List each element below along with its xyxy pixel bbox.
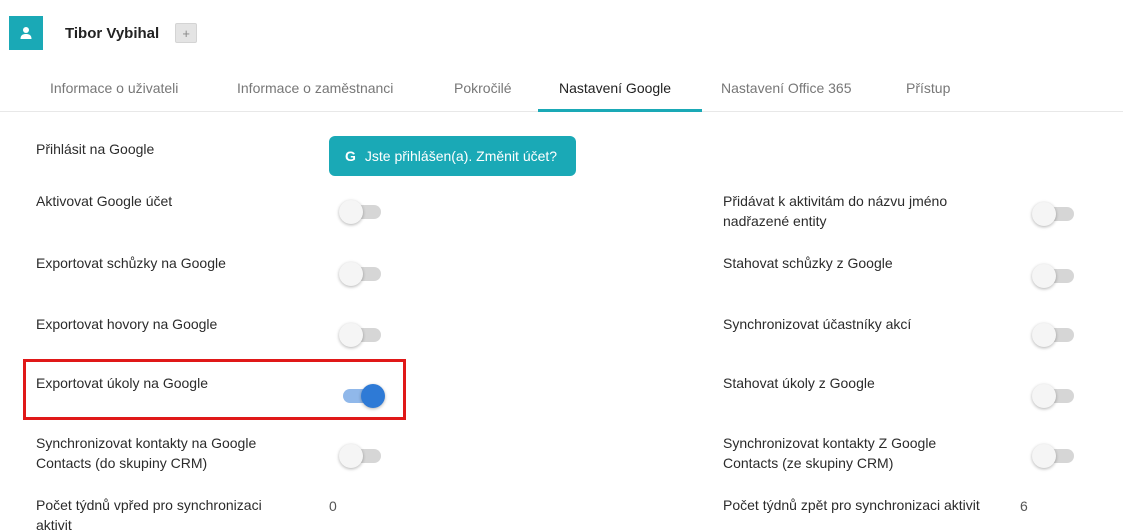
- setting-label: Přidávat k aktivitám do názvu jméno nadř…: [723, 193, 948, 229]
- export-meetings-toggle[interactable]: [339, 260, 385, 288]
- user-name: Tibor Vybihal: [65, 24, 160, 42]
- tab-advanced[interactable]: Pokročilé: [454, 80, 512, 96]
- weeks-back-value[interactable]: 6: [1020, 498, 1028, 514]
- tab-office365-settings[interactable]: Nastavení Office 365: [721, 80, 851, 96]
- google-icon: G: [345, 148, 356, 164]
- sync-contacts-from-google-toggle[interactable]: [1032, 442, 1078, 470]
- tab-employee-info[interactable]: Informace o zaměstnanci: [237, 80, 393, 96]
- user-header: Tibor Vybihal +: [9, 16, 198, 50]
- setting-label: Exportovat hovory na Google: [36, 316, 218, 332]
- sync-attendees-toggle[interactable]: [1032, 321, 1078, 349]
- setting-label: Aktivovat Google účet: [36, 193, 173, 209]
- tab-google-settings[interactable]: Nastavení Google: [559, 80, 671, 96]
- change-google-account-button[interactable]: G Jste přihlášen(a). Změnit účet?: [329, 136, 576, 176]
- setting-label: Synchronizovat účastníky akcí: [723, 316, 912, 332]
- setting-label: Stahovat schůzky z Google: [723, 255, 893, 271]
- login-label: Přihlásit na Google: [36, 141, 155, 157]
- tab-access[interactable]: Přístup: [906, 80, 950, 96]
- setting-label: Počet týdnů zpět pro synchronizaci aktiv…: [723, 497, 980, 513]
- setting-label: Synchronizovat kontakty Z Google Contact…: [723, 435, 937, 471]
- add-button[interactable]: +: [175, 23, 198, 43]
- tab-user-info[interactable]: Informace o uživateli: [50, 80, 178, 96]
- setting-label: Synchronizovat kontakty na Google Contac…: [36, 435, 257, 471]
- parent-entity-name-toggle[interactable]: [1032, 200, 1078, 228]
- google-button-label: Jste přihlášen(a). Změnit účet?: [364, 148, 558, 164]
- setting-label: Stahovat úkoly z Google: [723, 375, 875, 391]
- weeks-forward-value[interactable]: 0: [329, 498, 337, 514]
- highlight-box: [23, 359, 406, 420]
- download-tasks-toggle[interactable]: [1032, 382, 1078, 410]
- setting-label: Exportovat schůzky na Google: [36, 255, 226, 271]
- sync-contacts-to-google-toggle[interactable]: [339, 442, 385, 470]
- export-calls-toggle[interactable]: [339, 321, 385, 349]
- user-avatar: [9, 16, 43, 50]
- download-meetings-toggle[interactable]: [1032, 262, 1078, 290]
- tab-bar: Informace o uživateli Informace o zaměst…: [0, 70, 1123, 112]
- active-tab-indicator: [538, 109, 702, 112]
- user-icon: [20, 27, 32, 39]
- activate-google-account-toggle[interactable]: [339, 198, 385, 226]
- setting-label: Počet týdnů vpřed pro synchronizaci akti…: [36, 497, 262, 531]
